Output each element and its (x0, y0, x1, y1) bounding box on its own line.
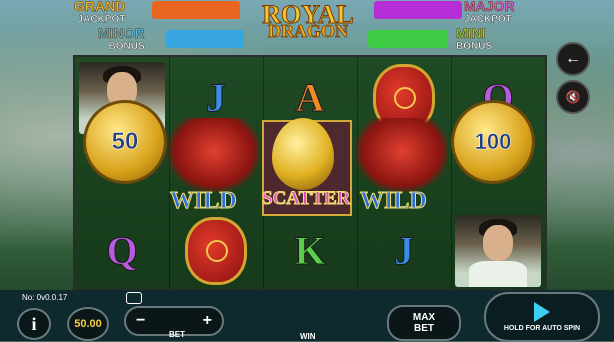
wild-label-right: WILD (360, 188, 428, 215)
coin-value-left: 50 (111, 128, 139, 156)
symbol-j-letter: J (206, 75, 227, 121)
coin-value-right: 100 (474, 129, 512, 155)
play-icon (534, 302, 550, 322)
minor-sub: BONUS (108, 41, 145, 52)
symbol-k-letter: K (294, 228, 326, 274)
coin-symbol-left: 50 (83, 100, 167, 184)
info-button[interactable]: i (17, 308, 51, 340)
bet-increase-button[interactable]: + (203, 312, 212, 330)
mute-icon: 🔇 (565, 90, 581, 104)
coin-symbol-right: 100 (451, 100, 535, 184)
major-jackpot-bar (374, 1, 462, 19)
symbol-j: J (357, 212, 451, 289)
symbol-q-letter: Q (106, 228, 138, 274)
minor-jackpot-label: MINOR BONUS (98, 25, 145, 53)
golden-egg-icon (272, 118, 334, 190)
logo-dragon: DRAGON (268, 21, 349, 42)
scatter-label: SCATTER (261, 188, 351, 210)
win-label: WIN (300, 332, 316, 341)
bet-value-button[interactable]: 50.00 (67, 307, 109, 341)
symbol-q: Q (75, 212, 169, 289)
info-icon: i (31, 313, 37, 334)
coins-stack-icon (126, 292, 142, 304)
spin-button[interactable]: HOLD FOR AUTO SPIN (484, 292, 600, 342)
bet-label: BET (169, 330, 185, 339)
minor-name: MINOR (98, 25, 145, 41)
sound-button[interactable]: 🔇 (556, 80, 590, 114)
grand-name: GRAND (74, 0, 126, 14)
dragon-wild-right (356, 118, 448, 192)
mini-sub: BONUS (456, 41, 493, 52)
dragon-wild-left (168, 118, 260, 192)
max-bet-button[interactable]: MAX BET (387, 305, 461, 341)
symbol-j-letter: J (394, 228, 415, 274)
back-button[interactable]: ← (556, 42, 590, 76)
arrow-left-icon: ← (565, 50, 581, 67)
wild-label-left: WILD (170, 188, 238, 215)
mini-jackpot-bar (368, 30, 448, 48)
bet-value: 50.00 (74, 318, 102, 330)
minor-jackpot-bar (166, 30, 244, 48)
grand-jackpot-label: GRAND JACKPOT (74, 0, 126, 26)
major-jackpot-label: MAJOR JACKPOT (464, 0, 515, 26)
mini-name: MINI (456, 25, 486, 41)
hero-portrait (455, 214, 541, 287)
bet-decrease-button[interactable]: − (136, 312, 145, 330)
version-text: No: 0v0.0.17 (22, 293, 68, 302)
max-bet-line2: BET (414, 323, 434, 334)
spin-label: HOLD FOR AUTO SPIN (503, 325, 581, 332)
portrait-symbol (451, 212, 545, 289)
lantern-symbol (169, 212, 263, 289)
grand-jackpot-bar (152, 1, 240, 19)
major-name: MAJOR (464, 0, 515, 14)
max-bet-line1: MAX (412, 312, 436, 323)
mini-jackpot-label: MINI BONUS (456, 25, 493, 53)
symbol-a-letter: A (295, 75, 325, 121)
symbol-k: K (263, 212, 357, 289)
